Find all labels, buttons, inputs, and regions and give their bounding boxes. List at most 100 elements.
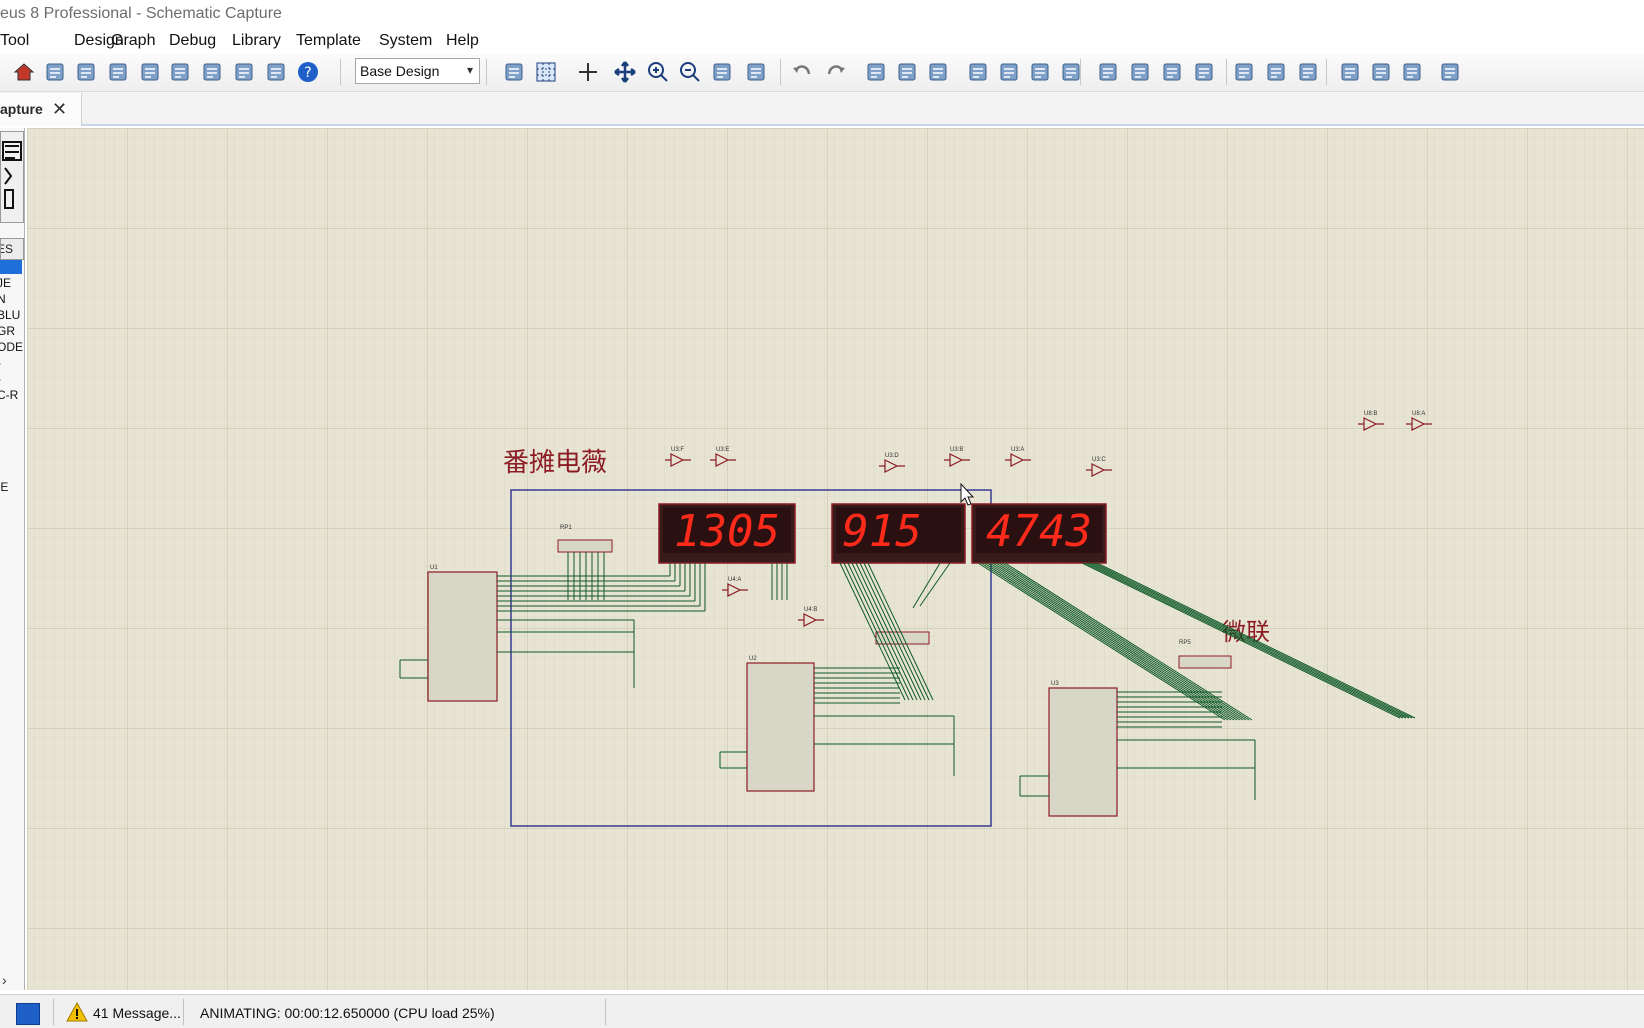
proteus-window: eus 8 Professional - Schematic Capture T… (0, 0, 1644, 1028)
gate-label: U3:E (716, 447, 729, 453)
block-copy-icon[interactable] (964, 58, 992, 86)
pick-device-icon[interactable] (1094, 58, 1122, 86)
cut-icon[interactable] (862, 58, 890, 86)
rp-label: RP5 (1179, 640, 1191, 646)
pan-icon[interactable] (611, 58, 639, 86)
redo-icon[interactable] (822, 58, 850, 86)
block-rotate-icon[interactable] (1026, 58, 1054, 86)
status-divider (605, 999, 606, 1025)
zoom-in-icon[interactable] (644, 58, 672, 86)
pcb-icon[interactable] (72, 58, 100, 86)
refresh-icon[interactable] (500, 58, 528, 86)
menu-debug[interactable]: Debug (169, 32, 216, 50)
help-icon[interactable]: ? (294, 58, 322, 86)
device-item[interactable]: N (0, 292, 23, 306)
chip-label: U1 (430, 565, 438, 571)
paste-icon[interactable] (924, 58, 952, 86)
device-item[interactable]: ODE (0, 340, 23, 354)
schematic-canvas[interactable]: 番摊电薇 微联 U1 U2 U3 RP1 RP5 1305 915 4743 U… (27, 128, 1644, 990)
gate-label: U4:B (804, 607, 817, 613)
block-move-icon[interactable] (995, 58, 1023, 86)
mcu-u3[interactable]: U3 (1048, 681, 1118, 817)
device-item[interactable]: - (0, 356, 23, 370)
warning-icon[interactable] (66, 1002, 88, 1022)
close-icon[interactable]: ✕ (52, 99, 67, 120)
zoom-all-icon[interactable] (708, 58, 736, 86)
menu-graph[interactable]: Graph (111, 32, 155, 50)
toolbar-separator (340, 59, 341, 85)
display-digits: 915 (842, 506, 921, 557)
new-sheet-icon[interactable] (1336, 58, 1364, 86)
menu-help[interactable]: Help (446, 32, 479, 50)
display-digits: 4743 (986, 506, 1092, 557)
menu-template[interactable]: Template (296, 32, 361, 50)
decompose-icon[interactable] (1190, 58, 1218, 86)
layer-select[interactable]: Base Design ▾ (355, 58, 480, 84)
seven-seg-display-3[interactable]: 4743 (971, 503, 1107, 564)
notes-icon[interactable] (262, 58, 290, 86)
device-item[interactable]: GR (0, 324, 23, 338)
grid-icon[interactable] (532, 58, 560, 86)
status-bar: 41 Message... ANIMATING: 00:00:12.650000… (0, 994, 1644, 1028)
messages-count[interactable]: 41 Message... (93, 1005, 181, 1021)
property-assign-icon[interactable] (1294, 58, 1322, 86)
display-digits: 1305 (674, 506, 780, 557)
gate-label: U8:B (1364, 411, 1377, 417)
simulation-status: ANIMATING: 00:00:12.650000 (CPU load 25%… (200, 1005, 495, 1021)
wire-autorouter-icon[interactable] (1230, 58, 1258, 86)
tab-label: apture (0, 101, 43, 117)
zoom-out-icon[interactable] (676, 58, 704, 86)
packaging-tool-icon[interactable] (1158, 58, 1186, 86)
document-tabs: apture ✕ (0, 92, 1644, 126)
toolbar-separator (1080, 59, 1081, 85)
menu-library[interactable]: Library (232, 32, 281, 50)
design-explorer-icon[interactable] (198, 58, 226, 86)
electrical-rule-check-icon[interactable] (1436, 58, 1464, 86)
layer-select-value: Base Design (360, 63, 440, 79)
schematic-icon[interactable] (41, 58, 69, 86)
svg-text:?: ? (304, 65, 311, 81)
vsm-studio-icon[interactable] (230, 58, 258, 86)
toolbar-separator (1226, 59, 1227, 85)
seven-seg-display-1[interactable]: 1305 (658, 503, 796, 564)
seven-seg-display-2[interactable]: 915 (831, 503, 966, 564)
device-item[interactable]: C-R (0, 388, 23, 402)
device-item[interactable]: IE (0, 480, 23, 494)
remove-sheet-icon[interactable] (1367, 58, 1395, 86)
gate-label: U3:B (950, 447, 963, 453)
devices-header: ES (0, 238, 24, 260)
window-title: eus 8 Professional - Schematic Capture (0, 5, 282, 22)
toolbar-separator (486, 59, 487, 85)
mode-toolbox[interactable] (0, 131, 24, 223)
title-bar: eus 8 Professional - Schematic Capture (0, 0, 1644, 28)
make-device-icon[interactable] (1126, 58, 1154, 86)
mcu-u2[interactable]: U2 (746, 656, 815, 792)
selected-device[interactable] (0, 260, 22, 274)
copy-icon[interactable] (893, 58, 921, 86)
chevron-right-icon[interactable]: › (2, 972, 7, 988)
device-item[interactable]: JE (0, 276, 23, 290)
device-item[interactable]: BLU (0, 308, 23, 322)
chevron-down-icon: ▾ (466, 63, 473, 77)
gate-label: U3:F (671, 447, 684, 453)
menu-system[interactable]: System (379, 32, 432, 50)
tab-schematic-capture[interactable]: apture ✕ (0, 93, 82, 126)
undo-icon[interactable] (788, 58, 816, 86)
gate-label: U4:A (728, 577, 741, 583)
schematic-drawing: 番摊电薇 微联 U1 U2 U3 RP1 RP5 1305 915 4743 U… (27, 128, 1644, 990)
zoom-area-icon[interactable] (742, 58, 770, 86)
menu-tool[interactable]: Tool (0, 32, 29, 50)
bom-icon[interactable] (166, 58, 194, 86)
search-tag-icon[interactable] (1262, 58, 1290, 86)
mcu-u1[interactable]: U1 (427, 565, 498, 702)
gate-label: U8:A (1412, 411, 1425, 417)
exit-parent-icon[interactable] (1398, 58, 1426, 86)
label-left: 番摊电薇 (503, 448, 607, 478)
rp-label: RP1 (560, 525, 572, 531)
origin-icon[interactable] (574, 58, 602, 86)
device-item[interactable]: - (0, 372, 23, 386)
home-icon[interactable] (10, 58, 38, 86)
3d-viewer-icon[interactable] (136, 58, 164, 86)
stop-simulation-button[interactable] (16, 1003, 40, 1025)
gerber-icon[interactable] (104, 58, 132, 86)
